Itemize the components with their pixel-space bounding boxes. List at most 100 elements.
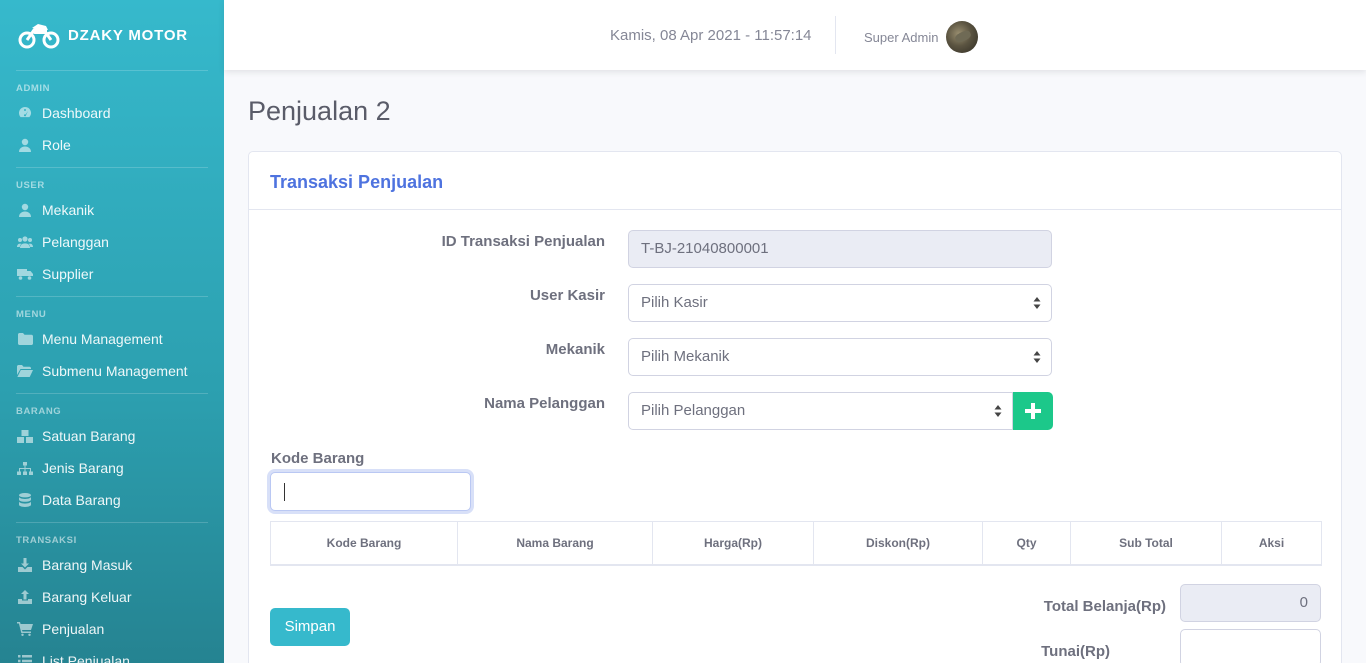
sidebar-item-dashboard[interactable]: Dashboard <box>0 97 224 129</box>
sidebar-item-data-barang[interactable]: Data Barang <box>0 484 224 516</box>
page-title: Penjualan 2 <box>248 96 391 126</box>
sidebar-item-label: Barang Masuk <box>42 557 133 573</box>
sidebar-item-menu-management[interactable]: Menu Management <box>0 323 224 355</box>
sidebar-heading-admin: ADMIN <box>16 83 51 94</box>
sitemap-icon <box>17 461 33 475</box>
topbar: Kamis, 08 Apr 2021 - 11:57:14 Super Admi… <box>224 0 1366 70</box>
select-arrow-icon <box>1033 297 1041 309</box>
sidebar-item-barang-keluar[interactable]: Barang Keluar <box>0 581 224 613</box>
kode-barang-input[interactable] <box>270 472 471 511</box>
total-belanja-label: Total Belanja(Rp) <box>1043 598 1166 615</box>
sidebar-item-label: List Penjualan <box>42 653 130 663</box>
table-header-diskon: Diskon(Rp) <box>814 522 983 565</box>
download-icon <box>17 558 33 572</box>
sidebar-item-label: Menu Management <box>42 331 163 347</box>
upload-icon <box>17 590 33 604</box>
sidebar-heading-menu: MENU <box>16 309 47 320</box>
form-row-mekanik: Mekanik Pilih Mekanik <box>249 338 1343 376</box>
folder-icon <box>17 332 33 346</box>
user-kasir-label: User Kasir <box>529 287 605 304</box>
total-belanja-field: 0 <box>1180 584 1321 622</box>
select-arrow-icon <box>994 405 1002 417</box>
database-icon <box>17 493 33 507</box>
user-name[interactable]: Super Admin <box>864 0 938 76</box>
sidebar-item-list-penjualan[interactable]: List Penjualan <box>0 645 224 663</box>
topbar-divider <box>835 16 836 54</box>
table-header-sub-total: Sub Total <box>1071 522 1222 565</box>
sidebar-divider <box>16 296 208 297</box>
table-header-harga: Harga(Rp) <box>653 522 814 565</box>
user-kasir-value: Pilih Kasir <box>641 294 708 311</box>
pelanggan-value: Pilih Pelanggan <box>641 402 746 419</box>
sidebar-divider <box>16 70 208 71</box>
form-row-id-transaksi: ID Transaksi Penjualan T-BJ-21040800001 <box>249 230 1343 268</box>
sidebar-item-label: Submenu Management <box>42 363 188 379</box>
sidebar-heading-transaksi: TRANSAKSI <box>16 535 77 546</box>
motorcycle-icon <box>18 24 60 49</box>
sidebar-item-label: Satuan Barang <box>42 428 136 444</box>
list-icon <box>17 654 33 663</box>
tunai-input[interactable] <box>1180 629 1321 663</box>
sidebar-item-submenu-management[interactable]: Submenu Management <box>0 355 224 387</box>
table-header-qty: Qty <box>983 522 1071 565</box>
transaction-card: Transaksi Penjualan ID Transaksi Penjual… <box>248 151 1342 663</box>
sidebar-item-jenis-barang[interactable]: Jenis Barang <box>0 452 224 484</box>
sidebar-item-supplier[interactable]: Supplier <box>0 258 224 290</box>
form-row-user-kasir: User Kasir Pilih Kasir <box>249 284 1343 322</box>
sidebar-heading-barang: BARANG <box>16 406 62 417</box>
pelanggan-select[interactable]: Pilih Pelanggan <box>628 392 1013 430</box>
mekanik-value: Pilih Mekanik <box>641 348 730 365</box>
sidebar-item-barang-masuk[interactable]: Barang Masuk <box>0 549 224 581</box>
sidebar-item-mekanik[interactable]: Mekanik <box>0 194 224 226</box>
sidebar-item-label: Jenis Barang <box>42 460 124 476</box>
items-table: Kode Barang Nama Barang Harga(Rp) Diskon… <box>270 521 1322 566</box>
avatar[interactable] <box>946 21 978 53</box>
select-arrow-icon <box>1033 351 1041 363</box>
id-transaksi-label: ID Transaksi Penjualan <box>441 233 605 250</box>
table-header-kode-barang: Kode Barang <box>271 522 458 565</box>
user-kasir-select[interactable]: Pilih Kasir <box>628 284 1052 322</box>
kode-barang-label: Kode Barang <box>271 450 365 467</box>
brand-name: DZAKY MOTOR <box>68 26 188 44</box>
datetime: Kamis, 08 Apr 2021 - 11:57:14 <box>610 27 812 44</box>
sidebar-item-label: Pelanggan <box>42 234 109 250</box>
sidebar-item-pelanggan[interactable]: Pelanggan <box>0 226 224 258</box>
sidebar-item-penjualan[interactable]: Penjualan <box>0 613 224 645</box>
text-caret <box>284 483 285 501</box>
sidebar-item-label: Supplier <box>42 266 94 282</box>
folder-open-icon <box>17 364 33 378</box>
mekanik-select[interactable]: Pilih Mekanik <box>628 338 1052 376</box>
sidebar-item-label: Barang Keluar <box>42 589 132 605</box>
brand[interactable]: DZAKY MOTOR <box>0 0 224 70</box>
sidebar-item-label: Role <box>42 137 71 153</box>
sidebar-item-role[interactable]: Role <box>0 129 224 161</box>
table-header-nama-barang: Nama Barang <box>458 522 653 565</box>
cart-icon <box>17 622 33 636</box>
card-header: Transaksi Penjualan <box>249 152 1341 210</box>
cubes-icon <box>17 429 33 443</box>
id-transaksi-field: T-BJ-21040800001 <box>628 230 1052 268</box>
mekanik-label: Mekanik <box>545 341 605 358</box>
dashboard-icon <box>17 106 33 120</box>
sidebar-item-label: Mekanik <box>42 202 95 218</box>
sidebar-divider <box>16 167 208 168</box>
sidebar-item-satuan-barang[interactable]: Satuan Barang <box>0 420 224 452</box>
sidebar-heading-user: USER <box>16 180 45 191</box>
form-row-pelanggan: Nama Pelanggan Pilih Pelanggan <box>249 392 1343 430</box>
user-icon <box>17 203 33 217</box>
sidebar-item-label: Data Barang <box>42 492 121 508</box>
table-header-aksi: Aksi <box>1258 536 1285 550</box>
user-icon <box>17 138 33 152</box>
sidebar-divider <box>16 393 208 394</box>
sidebar-item-label: Penjualan <box>42 621 105 637</box>
users-icon <box>17 235 33 249</box>
card-title: Transaksi Penjualan <box>270 172 444 192</box>
save-button[interactable]: Simpan <box>270 608 350 646</box>
sidebar-divider <box>16 522 208 523</box>
pelanggan-label: Nama Pelanggan <box>484 395 605 412</box>
tunai-label: Tunai(Rp) <box>1041 643 1110 660</box>
sidebar-item-label: Dashboard <box>42 105 111 121</box>
sidebar: DZAKY MOTOR ADMIN Dashboard Role USER Me… <box>0 0 224 663</box>
truck-icon <box>17 267 33 281</box>
add-pelanggan-button[interactable] <box>1013 392 1053 430</box>
